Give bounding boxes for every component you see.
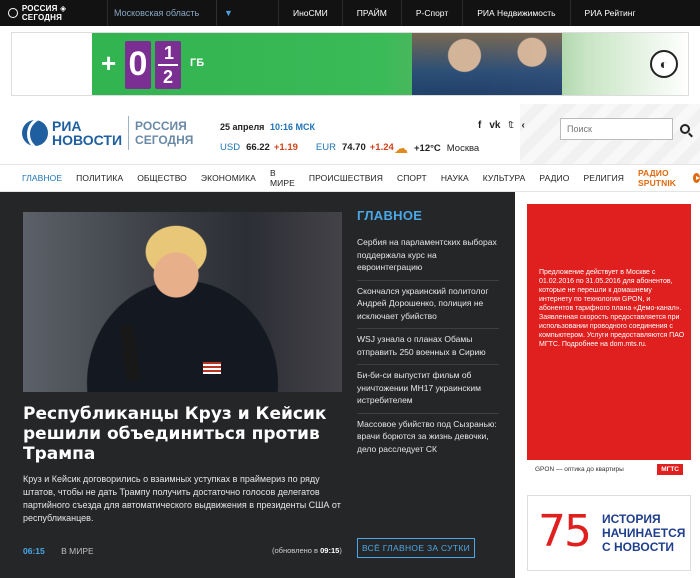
list-item[interactable]: Скончался украинский политолог Андрей До… bbox=[357, 281, 499, 329]
currency-rates[interactable]: USD 66.22 +1.19 EUR 74.70 +1.24 bbox=[220, 142, 394, 153]
mgts-ad[interactable]: Предложение действует в Москве с 01.02.2… bbox=[527, 204, 691, 478]
search-button[interactable] bbox=[674, 118, 696, 140]
eur-value: 74.70 bbox=[341, 142, 366, 153]
ria-75-number: 75 bbox=[538, 506, 592, 557]
logo-divider bbox=[128, 116, 130, 150]
nav-society[interactable]: ОБЩЕСТВО bbox=[137, 173, 187, 183]
rossiya-segodnya-logo[interactable]: РОССИЯ ◈ СЕГОДНЯ bbox=[0, 0, 108, 26]
logo-novosti: НОВОСТИ bbox=[52, 132, 123, 148]
fraction-numerator: 1 bbox=[164, 43, 175, 63]
play-icon[interactable] bbox=[692, 173, 700, 183]
date-text: 25 апреля bbox=[220, 122, 265, 132]
mgts-ad-text: Предложение действует в Москве с 01.02.2… bbox=[539, 269, 685, 348]
nav-radio[interactable]: РАДИО bbox=[539, 173, 569, 183]
ria-logo-icon bbox=[22, 120, 48, 146]
banner-plus: + bbox=[101, 48, 117, 78]
eur-change: +1.24 bbox=[369, 142, 394, 153]
top-bar: РОССИЯ ◈ СЕГОДНЯ Московская область ▼ Ин… bbox=[0, 0, 700, 26]
list-item[interactable]: Массовое убийство под Сызранью: врачи бо… bbox=[357, 414, 499, 462]
nav-radio-sputnik[interactable]: РАДИО SPUTNIK bbox=[638, 168, 689, 188]
logo-segodnya: СЕГОДНЯ bbox=[135, 133, 194, 147]
logo-ria: РИА bbox=[52, 118, 82, 134]
mgts-logo: МГТС bbox=[657, 463, 683, 475]
city: Москва bbox=[446, 143, 480, 154]
main-nav: ГЛАВНОЕ ПОЛИТИКА ОБЩЕСТВО ЭКОНОМИКА В МИ… bbox=[0, 164, 700, 192]
nav-economy[interactable]: ЭКОНОМИКА bbox=[201, 173, 256, 183]
hero-lead: Круз и Кейсик договорились о взаимных ус… bbox=[23, 474, 341, 523]
weather-widget[interactable]: ☁ +12°C Москва bbox=[394, 140, 479, 157]
banner-fraction: 1 2 bbox=[155, 41, 181, 89]
sidebar-heading[interactable]: ГЛАВНОЕ bbox=[357, 208, 422, 223]
temperature: +12°C bbox=[414, 143, 441, 154]
advertiser-logo-icon: ◐ bbox=[650, 50, 678, 78]
nav-politics[interactable]: ПОЛИТИКА bbox=[76, 173, 123, 183]
cloud-rain-icon: ☁ bbox=[394, 140, 408, 156]
link-rsport[interactable]: Р-Спорт bbox=[400, 0, 462, 26]
globe-icon bbox=[8, 8, 18, 18]
nav-sport[interactable]: СПОРТ bbox=[397, 173, 427, 183]
logo-rossiya: РОССИЯ bbox=[135, 119, 187, 133]
chevron-left-icon[interactable]: ‹ bbox=[522, 120, 525, 131]
list-item[interactable]: Би-би-си выпустит фильм об уничтожении M… bbox=[357, 365, 499, 414]
mgts-footer-text: GPON — оптика до квартиры bbox=[535, 465, 624, 473]
usd-value: 66.22 bbox=[246, 142, 270, 153]
time-text: 10:16 МСК bbox=[269, 122, 315, 132]
ria-75-ad[interactable]: 75 ИСТОРИЯ НАЧИНАЕТСЯ С НОВОСТИ bbox=[527, 495, 691, 571]
link-ria-rating[interactable]: РИА Рейтинг bbox=[569, 0, 650, 26]
main-news-block: Республиканцы Круз и Кейсик решили объед… bbox=[0, 192, 515, 578]
link-inosmi[interactable]: ИноСМИ bbox=[278, 0, 342, 26]
nav-culture[interactable]: КУЛЬТУРА bbox=[483, 173, 526, 183]
search-icon bbox=[680, 124, 690, 134]
microphone-shape bbox=[119, 323, 141, 383]
hero-section[interactable]: В МИРЕ bbox=[61, 546, 94, 556]
hero-headline[interactable]: Республиканцы Круз и Кейсик решили объед… bbox=[23, 404, 342, 464]
banner-zero: 0 bbox=[125, 41, 151, 89]
banner-ad[interactable]: + 0 1 2 ГБ ◐ bbox=[11, 32, 689, 96]
flag-pin bbox=[203, 362, 221, 374]
banner-photo bbox=[412, 33, 562, 95]
usd-change: +1.19 bbox=[273, 142, 298, 153]
eur-label: EUR bbox=[315, 142, 336, 153]
chevron-down-icon[interactable]: ▼ bbox=[216, 0, 240, 26]
updated-time: 09:15 bbox=[320, 546, 340, 555]
updated-prefix: (обновлено в bbox=[272, 546, 319, 555]
fraction-denominator: 2 bbox=[163, 67, 174, 87]
rate-eur: EUR 74.70 +1.24 bbox=[316, 142, 394, 153]
top-news-list: Сербия на парламентских выборах поддержа… bbox=[357, 232, 499, 461]
search-input[interactable] bbox=[560, 118, 673, 140]
region-selector[interactable]: Московская область bbox=[108, 0, 208, 26]
hero-meta: 06:15 В МИРЕ bbox=[23, 546, 94, 556]
nav-science[interactable]: НАУКА bbox=[441, 173, 469, 183]
hero-updated: (обновлено в 09:15) bbox=[272, 546, 342, 555]
all-top-news-button[interactable]: ВСЁ ГЛАВНОЕ ЗА СУТКИ bbox=[357, 538, 475, 558]
rate-usd: USD 66.22 +1.19 bbox=[220, 142, 298, 153]
mgts-ad-footer: GPON — оптика до квартиры МГТС bbox=[527, 460, 691, 478]
banner-left-area bbox=[12, 33, 92, 95]
list-item[interactable]: Сербия на парламентских выборах поддержа… bbox=[357, 232, 499, 281]
brand-text: РОССИЯ ◈ СЕГОДНЯ bbox=[21, 4, 67, 22]
updated-suffix: ) bbox=[339, 546, 342, 555]
nav-incidents[interactable]: ПРОИСШЕСТВИЯ bbox=[309, 173, 383, 183]
usd-label: USD bbox=[220, 142, 241, 153]
vk-icon[interactable]: vk bbox=[489, 120, 500, 131]
ria-75-text: ИСТОРИЯ НАЧИНАЕТСЯ С НОВОСТИ bbox=[602, 512, 686, 554]
hero-time: 06:15 bbox=[23, 546, 45, 556]
link-ria-realty[interactable]: РИА Недвижимость bbox=[462, 0, 569, 26]
nav-religion[interactable]: РЕЛИГИЯ bbox=[583, 173, 624, 183]
list-item[interactable]: WSJ узнала о планах Обамы отправить 250 … bbox=[357, 329, 499, 365]
hero-image[interactable] bbox=[23, 212, 342, 392]
nav-world[interactable]: В МИРЕ bbox=[270, 168, 295, 188]
site-header: РИА НОВОСТИ РОССИЯ СЕГОДНЯ 25 апреля 10:… bbox=[0, 104, 700, 164]
region-label: Московская область bbox=[114, 8, 200, 18]
twitter-icon[interactable]: 𝕥 bbox=[508, 120, 513, 131]
facebook-icon[interactable]: f bbox=[478, 120, 481, 131]
social-links: f vk 𝕥 ‹ bbox=[478, 120, 525, 131]
link-prime[interactable]: ПРАЙМ bbox=[341, 0, 401, 26]
ria-logo[interactable]: РИА НОВОСТИ РОССИЯ СЕГОДНЯ bbox=[22, 116, 193, 150]
banner-gb: ГБ bbox=[190, 57, 205, 69]
partner-links: ИноСМИ ПРАЙМ Р-Спорт РИА Недвижимость РИ… bbox=[278, 0, 650, 26]
nav-main[interactable]: ГЛАВНОЕ bbox=[22, 173, 62, 183]
current-date: 25 апреля 10:16 МСК bbox=[220, 122, 315, 132]
